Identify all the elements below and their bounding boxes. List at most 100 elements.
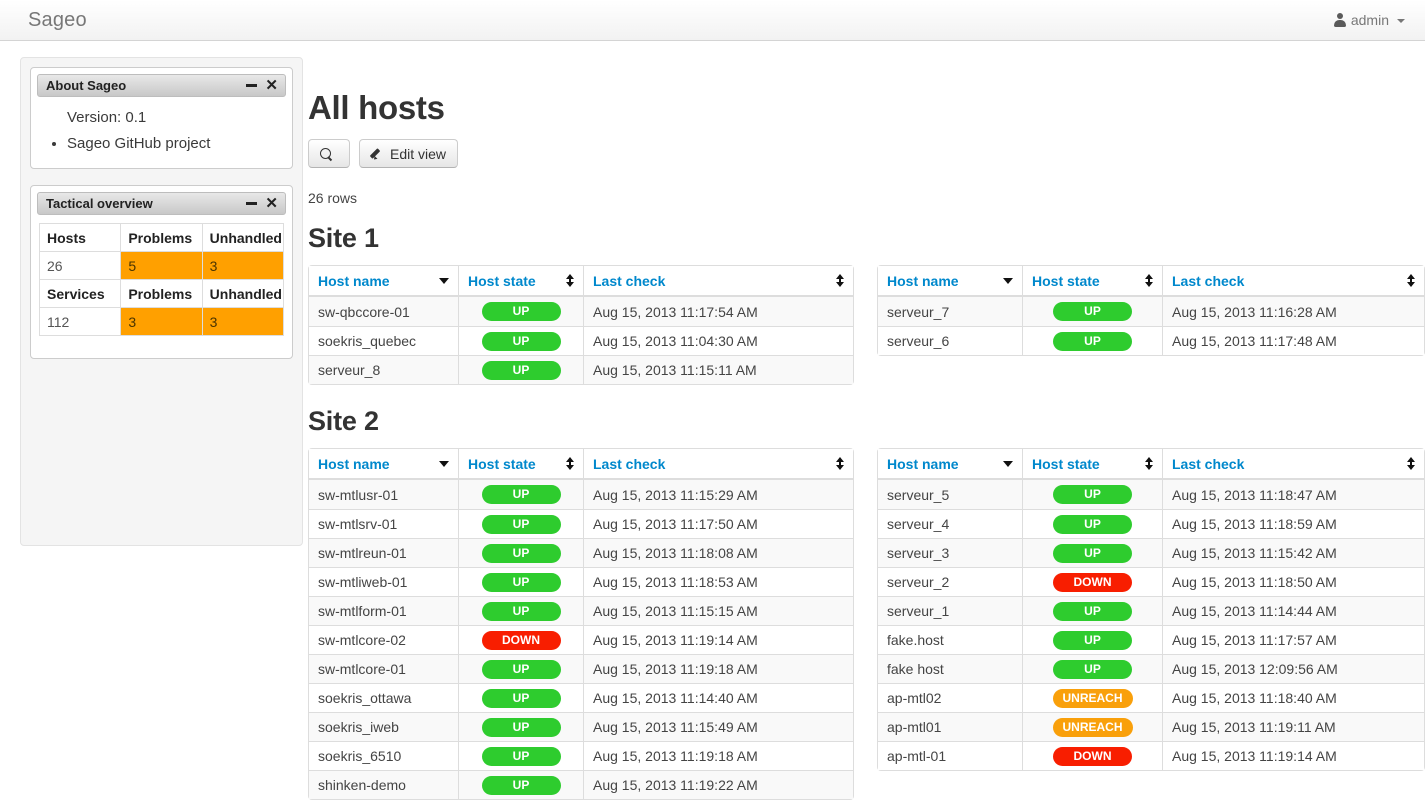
user-menu[interactable]: admin xyxy=(1333,12,1405,28)
column-label: Host state xyxy=(468,272,536,289)
host-name-cell[interactable]: soekris_quebec xyxy=(309,326,459,355)
last-check-cell: Aug 15, 2013 11:15:42 AM xyxy=(1163,538,1424,567)
column-header-host-name[interactable]: Host name xyxy=(878,266,1023,297)
list-item[interactable]: Sageo GitHub project xyxy=(67,134,280,154)
table-row[interactable]: serveur_8 UP Aug 15, 2013 11:15:11 AM xyxy=(309,355,853,384)
host-name-cell[interactable]: sw-mtlusr-01 xyxy=(309,480,459,509)
chevron-down-icon[interactable] xyxy=(1003,460,1013,467)
chevron-down-icon[interactable] xyxy=(439,277,449,284)
host-name-cell[interactable]: sw-mtlcore-02 xyxy=(309,625,459,654)
host-name-cell[interactable]: soekris_iweb xyxy=(309,712,459,741)
table-row[interactable]: serveur_1 UP Aug 15, 2013 11:14:44 AM xyxy=(878,596,1424,625)
up-down-arrow-icon[interactable] xyxy=(1407,457,1415,470)
column-header-host-state[interactable]: Host state xyxy=(1023,449,1163,480)
close-icon[interactable]: ✕ xyxy=(265,196,278,211)
host-name-cell[interactable]: serveur_2 xyxy=(878,567,1023,596)
up-down-arrow-icon[interactable] xyxy=(1145,274,1153,287)
table-row[interactable]: sw-mtlcore-01 UP Aug 15, 2013 11:19:18 AM xyxy=(309,654,853,683)
column-header-host-state[interactable]: Host state xyxy=(459,266,584,297)
table-row[interactable]: serveur_2 DOWN Aug 15, 2013 11:18:50 AM xyxy=(878,567,1424,596)
table-row[interactable]: sw-mtliweb-01 UP Aug 15, 2013 11:18:53 AM xyxy=(309,567,853,596)
column-header-host-name[interactable]: Host name xyxy=(309,266,459,297)
minimize-icon[interactable] xyxy=(246,84,258,87)
host-name-cell[interactable]: sw-mtlreun-01 xyxy=(309,538,459,567)
column-header-host-name[interactable]: Host name xyxy=(309,449,459,480)
table-row[interactable]: ap-mtl02 UNREACH Aug 15, 2013 11:18:40 AM xyxy=(878,683,1424,712)
up-down-arrow-icon[interactable] xyxy=(1145,457,1153,470)
up-down-arrow-icon[interactable] xyxy=(1407,274,1415,287)
services-problems[interactable]: 3 xyxy=(120,307,203,336)
host-name-cell[interactable]: ap-mtl-01 xyxy=(878,741,1023,770)
host-name-cell[interactable]: serveur_5 xyxy=(878,480,1023,509)
column-header-host-state[interactable]: Host state xyxy=(1023,266,1163,297)
host-name-cell[interactable]: ap-mtl01 xyxy=(878,712,1023,741)
host-name-cell[interactable]: soekris_6510 xyxy=(309,741,459,770)
host-name-cell[interactable]: sw-mtlcore-01 xyxy=(309,654,459,683)
column-header-host-name[interactable]: Host name xyxy=(878,449,1023,480)
table-row[interactable]: shinken-demo UP Aug 15, 2013 11:19:22 AM xyxy=(309,770,853,799)
host-state-cell: UP xyxy=(459,567,584,596)
host-name-cell[interactable]: sw-mtlform-01 xyxy=(309,596,459,625)
search-button[interactable] xyxy=(308,139,350,168)
widget-body: Hosts Problems Unhandled 26 5 3 Services… xyxy=(31,215,292,358)
table-row: Services Problems Unhandled xyxy=(38,279,285,308)
host-name-cell[interactable]: sw-mtliweb-01 xyxy=(309,567,459,596)
close-icon[interactable]: ✕ xyxy=(265,78,278,93)
chevron-down-icon[interactable] xyxy=(439,460,449,467)
table-row[interactable]: serveur_4 UP Aug 15, 2013 11:18:59 AM xyxy=(878,509,1424,538)
status-badge: DOWN xyxy=(1053,746,1132,766)
table-row[interactable]: sw-mtlform-01 UP Aug 15, 2013 11:15:15 AM xyxy=(309,596,853,625)
last-check-cell: Aug 15, 2013 12:09:56 AM xyxy=(1163,654,1424,683)
column-header-last-check[interactable]: Last check xyxy=(1163,266,1424,297)
hosts-unhandled[interactable]: 3 xyxy=(201,251,285,280)
table-row[interactable]: soekris_quebec UP Aug 15, 2013 11:04:30 … xyxy=(309,326,853,355)
host-name-cell[interactable]: serveur_1 xyxy=(878,596,1023,625)
host-name-cell[interactable]: sw-qbccore-01 xyxy=(309,297,459,326)
table-row[interactable]: soekris_iweb UP Aug 15, 2013 11:15:49 AM xyxy=(309,712,853,741)
host-name-cell[interactable]: fake.host xyxy=(878,625,1023,654)
table-row[interactable]: serveur_3 UP Aug 15, 2013 11:15:42 AM xyxy=(878,538,1424,567)
host-name-cell[interactable]: fake host xyxy=(878,654,1023,683)
host-name-cell[interactable]: serveur_4 xyxy=(878,509,1023,538)
table-row[interactable]: sw-mtlcore-02 DOWN Aug 15, 2013 11:19:14 A… xyxy=(309,625,853,654)
table-row[interactable]: fake.host UP Aug 15, 2013 11:17:57 AM xyxy=(878,625,1424,654)
column-header-host-state[interactable]: Host state xyxy=(459,449,584,480)
host-state-cell: DOWN xyxy=(459,625,584,654)
edit-view-button[interactable]: Edit view xyxy=(359,139,459,168)
host-name-cell[interactable]: serveur_6 xyxy=(878,326,1023,355)
table-row[interactable]: sw-qbccore-01 UP Aug 15, 2013 11:17:54 A… xyxy=(309,297,853,326)
table-row[interactable]: serveur_6 UP Aug 15, 2013 11:17:48 AM xyxy=(878,326,1424,355)
table-row[interactable]: soekris_6510 UP Aug 15, 2013 11:19:18 AM xyxy=(309,741,853,770)
host-name-cell[interactable]: soekris_ottawa xyxy=(309,683,459,712)
column-header-last-check[interactable]: Last check xyxy=(1163,449,1424,480)
table-row[interactable]: ap-mtl-01 DOWN Aug 15, 2013 11:19:14 AM xyxy=(878,741,1424,770)
widget-title: Tactical overview xyxy=(46,196,153,211)
table-row[interactable]: fake host UP Aug 15, 2013 12:09:56 AM xyxy=(878,654,1424,683)
column-header-last-check[interactable]: Last check xyxy=(584,449,853,480)
host-name-cell[interactable]: ap-mtl02 xyxy=(878,683,1023,712)
chevron-down-icon[interactable] xyxy=(1003,277,1013,284)
up-down-arrow-icon[interactable] xyxy=(836,457,844,470)
host-name-cell[interactable]: shinken-demo xyxy=(309,770,459,799)
table-row[interactable]: soekris_ottawa UP Aug 15, 2013 11:14:40 AM xyxy=(309,683,853,712)
last-check-cell: Aug 15, 2013 11:15:11 AM xyxy=(584,355,853,384)
column-header-last-check[interactable]: Last check xyxy=(584,266,853,297)
up-down-arrow-icon[interactable] xyxy=(566,457,574,470)
host-name-cell[interactable]: serveur_7 xyxy=(878,297,1023,326)
brand-logo[interactable]: Sageo xyxy=(28,10,87,30)
hosts-problems[interactable]: 5 xyxy=(120,251,203,280)
table-row[interactable]: sw-mtlusr-01 UP Aug 15, 2013 11:15:29 AM xyxy=(309,480,853,509)
table-row[interactable]: sw-mtlreun-01 UP Aug 15, 2013 11:18:08 AM xyxy=(309,538,853,567)
table-row[interactable]: sw-mtlsrv-01 UP Aug 15, 2013 11:17:50 AM xyxy=(309,509,853,538)
host-name-cell[interactable]: serveur_3 xyxy=(878,538,1023,567)
minimize-icon[interactable] xyxy=(246,202,258,205)
host-name-cell[interactable]: serveur_8 xyxy=(309,355,459,384)
host-name-cell[interactable]: sw-mtlsrv-01 xyxy=(309,509,459,538)
up-down-arrow-icon[interactable] xyxy=(566,274,574,287)
table-row[interactable]: serveur_5 UP Aug 15, 2013 11:18:47 AM xyxy=(878,480,1424,509)
services-unhandled[interactable]: 3 xyxy=(201,307,285,336)
up-down-arrow-icon[interactable] xyxy=(836,274,844,287)
table-row[interactable]: serveur_7 UP Aug 15, 2013 11:16:28 AM xyxy=(878,297,1424,326)
last-check-cell: Aug 15, 2013 11:18:40 AM xyxy=(1163,683,1424,712)
table-row[interactable]: ap-mtl01 UNREACH Aug 15, 2013 11:19:11 AM xyxy=(878,712,1424,741)
